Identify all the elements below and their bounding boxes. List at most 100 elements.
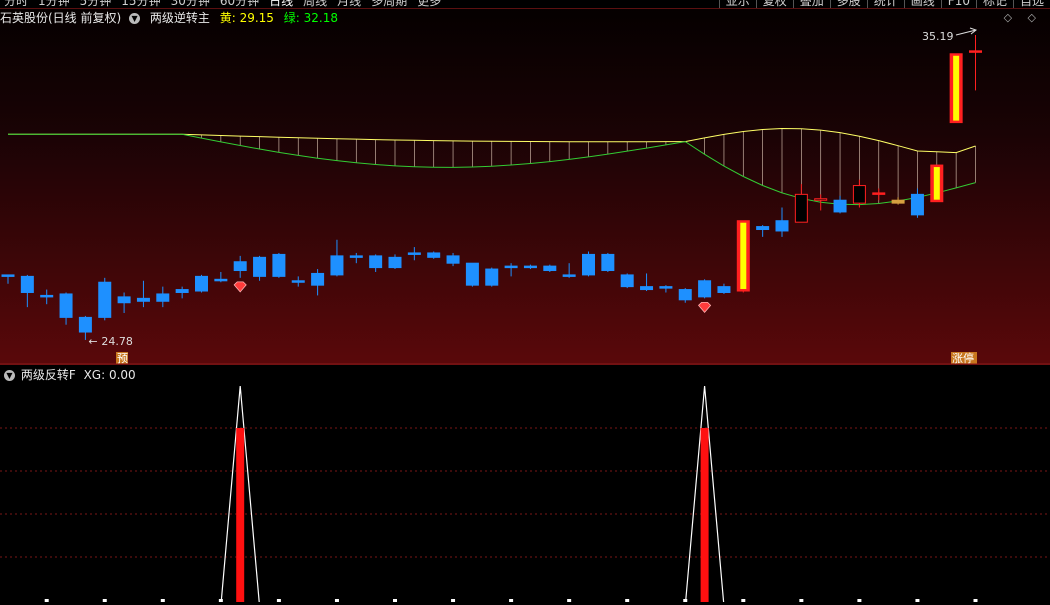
candle-body	[698, 280, 712, 298]
sub-indicator-chart[interactable]	[0, 366, 1050, 603]
candle-body	[833, 199, 847, 213]
candle-body	[620, 274, 634, 288]
candle-body	[98, 281, 112, 318]
tab-8[interactable]: 月线	[337, 0, 361, 8]
tab-6[interactable]: 日线	[269, 0, 293, 8]
tab-3[interactable]: 15分钟	[121, 0, 160, 8]
candle-body	[20, 275, 34, 293]
limit-stripe	[953, 55, 960, 121]
candle	[620, 273, 634, 289]
candle-body	[40, 294, 54, 298]
candle-body	[253, 256, 267, 277]
low-marker: ← 24.78	[88, 335, 132, 348]
candle-body	[407, 252, 421, 255]
xg-bar	[700, 428, 709, 602]
candle-body	[175, 289, 189, 293]
candle-body	[504, 265, 518, 269]
right-tab-5[interactable]: 画线	[903, 0, 941, 8]
candle-body	[59, 293, 73, 318]
yellow-value: 29.15	[239, 11, 274, 25]
main-header: 石英股份(日线 前复权) ▼ 两级逆转主 黄: 29.15 绿: 32.18	[0, 9, 338, 27]
sub-dropdown-icon[interactable]: ▼	[4, 370, 15, 381]
indicator-dropdown-icon[interactable]: ▼	[129, 13, 141, 24]
candle-body	[291, 280, 305, 283]
right-tab-6[interactable]: F10	[940, 0, 976, 8]
main-chart-panel[interactable]: 预 涨停 ← 24.78 35.19 石英股份(日线 前复权) ▼ 两级逆转主 …	[0, 9, 1050, 365]
candle	[949, 53, 963, 124]
candle-body	[678, 289, 692, 301]
low-arrow: ←	[88, 335, 97, 348]
tab-4[interactable]: 30分钟	[171, 0, 210, 8]
sub-chart-panel[interactable]: ▼ 两级反转F XG: 0.00	[0, 366, 1050, 603]
candlestick-chart[interactable]: 预 涨停 ← 24.78 35.19	[0, 9, 1050, 365]
candle-body	[485, 268, 499, 286]
candle-body	[311, 272, 325, 286]
top-toolbar: 分时 1分钟 5分钟 15分钟 30分钟 60分钟 日线 周线 月线 多周期 更多 亚示 复权 叠加 多股…	[0, 0, 1050, 9]
candle-body	[117, 296, 131, 304]
candle	[465, 262, 479, 287]
tab-2[interactable]: 5分钟	[80, 0, 112, 8]
candle-body	[523, 265, 537, 269]
tab-1[interactable]: 1分钟	[38, 0, 70, 8]
candle-body	[369, 255, 383, 269]
candle-body	[852, 185, 866, 204]
period-tabs: 分时 1分钟 5分钟 15分钟 30分钟 60分钟 日线 周线 月线 多周期 更多	[0, 0, 447, 8]
candle-body	[794, 193, 808, 223]
candle	[485, 267, 499, 287]
candle-body	[717, 286, 731, 293]
tab-9[interactable]: 多周期	[371, 0, 407, 8]
candle-body	[543, 265, 557, 272]
candle-body	[582, 253, 595, 276]
candle-body	[756, 226, 770, 231]
candle-body	[195, 275, 208, 292]
candle	[195, 274, 208, 293]
candle-body	[891, 199, 905, 204]
right-tab-8[interactable]: 自选	[1012, 0, 1050, 8]
candle-body	[465, 262, 479, 286]
candle-body	[156, 293, 170, 302]
right-tab-4[interactable]: 统计	[866, 0, 904, 8]
candle-body	[1, 274, 15, 277]
candle	[427, 251, 441, 259]
right-tab-1[interactable]: 复权	[755, 0, 793, 8]
chart-background	[0, 9, 1050, 365]
tag-pre: 预	[117, 352, 128, 365]
candle-body	[601, 253, 615, 272]
right-tab-2[interactable]: 叠加	[792, 0, 830, 8]
candle-body	[814, 198, 828, 201]
yellow-label: 黄: 29.15	[219, 11, 274, 25]
right-tab-0[interactable]: 亚示	[718, 0, 756, 8]
panel-controls[interactable]: ◇ ◇	[1004, 11, 1042, 24]
right-toolbar: 亚示 复权 叠加 多股 统计 画线 F10 标记 自选	[718, 0, 1050, 8]
candle-body	[214, 278, 228, 282]
high-label: 35.19	[922, 30, 954, 43]
candle-body	[562, 274, 576, 277]
candle	[582, 251, 595, 277]
tab-10[interactable]: 更多	[417, 0, 441, 8]
candle-body	[136, 297, 150, 302]
xg-value: XG: 0.00	[83, 368, 136, 382]
limit-stripe	[740, 222, 747, 290]
candle	[98, 277, 112, 321]
candle-body	[659, 286, 673, 289]
right-tab-7[interactable]: 标记	[975, 0, 1013, 8]
sub-header: ▼ 两级反转F XG: 0.00	[0, 366, 136, 384]
candle	[736, 220, 750, 293]
sub-background	[0, 366, 1050, 602]
candle-body	[330, 255, 344, 276]
tab-5[interactable]: 60分钟	[220, 0, 259, 8]
candle	[930, 164, 944, 203]
right-tab-3[interactable]: 多股	[829, 0, 867, 8]
candle-body	[427, 252, 441, 258]
tab-7[interactable]: 周线	[303, 0, 327, 8]
candle-body	[233, 261, 247, 272]
candle	[272, 252, 286, 278]
candle-body	[640, 286, 654, 291]
candle	[601, 252, 615, 272]
candle-body	[969, 50, 982, 53]
candle-body	[775, 220, 789, 232]
candle-body	[388, 256, 402, 269]
tab-0[interactable]: 分时	[4, 0, 28, 8]
candle-body	[872, 192, 886, 195]
candle	[543, 264, 557, 272]
